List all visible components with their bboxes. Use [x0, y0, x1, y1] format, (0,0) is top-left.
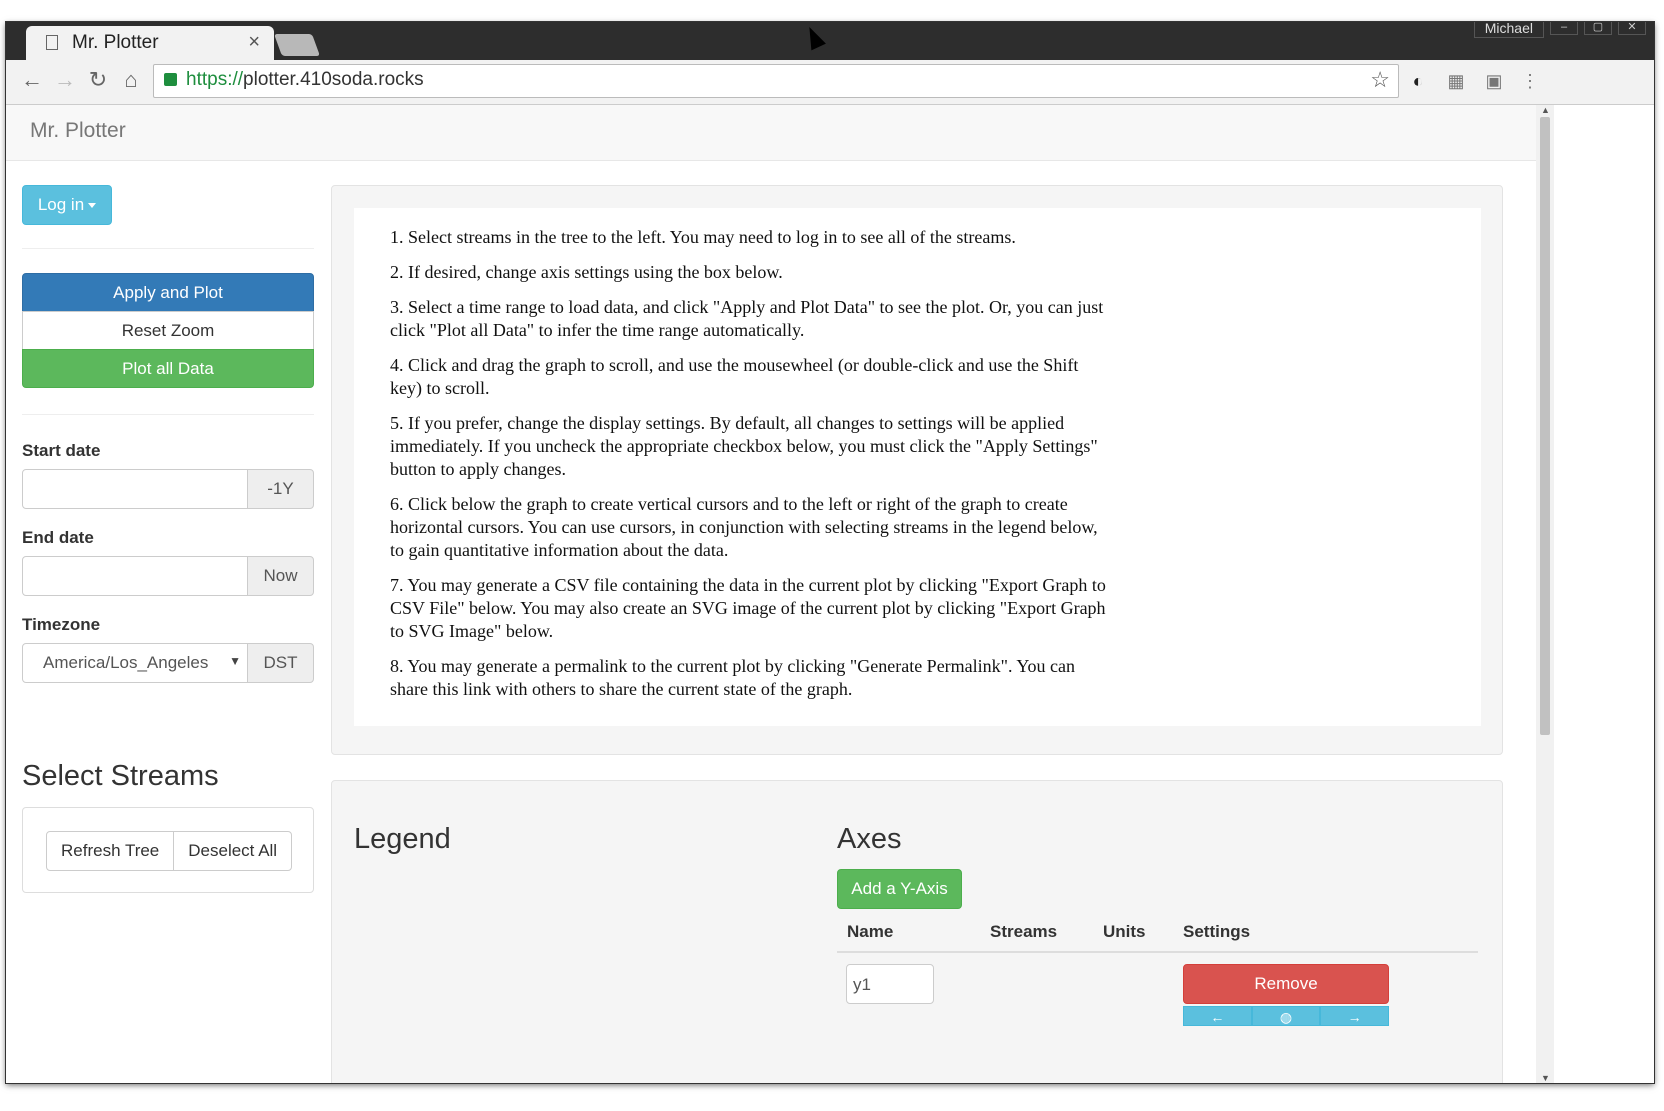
close-tab-icon[interactable]: ×	[248, 31, 260, 54]
reader-extension-icon[interactable]: ▣	[1482, 69, 1506, 93]
tab-strip: Mr. Plotter × Michael – ▢ ✕	[6, 22, 1654, 60]
new-tab-button[interactable]	[273, 34, 321, 56]
login-button[interactable]: Log in	[22, 185, 112, 225]
axes-heading: Axes	[837, 823, 902, 855]
col-settings-header: Settings	[1183, 922, 1251, 941]
scroll-up-icon[interactable]: ▲	[1541, 105, 1550, 115]
divider	[22, 248, 314, 249]
move-left-icon[interactable]: ←	[1183, 1006, 1252, 1026]
timezone-value: America/Los_Angeles	[43, 653, 209, 672]
plot-actions: Apply and Plot Reset Zoom Plot all Data	[22, 273, 314, 388]
start-date-addon-button[interactable]: -1Y	[247, 469, 314, 509]
minimize-icon[interactable]: –	[1550, 22, 1578, 35]
lock-icon	[164, 73, 177, 86]
select-streams-heading: Select Streams	[22, 760, 219, 792]
col-name-header: Name	[847, 922, 894, 941]
incognito-extension-icon[interactable]: ◐	[1406, 69, 1430, 93]
close-window-icon[interactable]: ✕	[1618, 22, 1646, 35]
user-profile-button[interactable]: Michael	[1473, 22, 1544, 38]
axis-control-buttons: ← ◍ →	[1183, 1006, 1390, 1026]
axis-name-input[interactable]: y1	[846, 964, 934, 1004]
table-header-divider	[837, 951, 1478, 953]
end-date-addon-button[interactable]: Now	[247, 556, 314, 596]
timezone-group: America/Los_Angeles ▼ DST	[22, 643, 314, 683]
address-bar[interactable]: https://plotter.410soda.rocks ☆	[153, 64, 1399, 98]
bookmark-star-icon[interactable]: ☆	[1370, 67, 1390, 93]
start-date-input[interactable]	[22, 469, 248, 509]
browser-tab[interactable]: Mr. Plotter ×	[26, 26, 274, 60]
add-y-axis-button[interactable]: Add a Y-Axis	[837, 869, 962, 909]
extension-icon[interactable]: ▦	[1444, 69, 1468, 93]
instruction-3: 3. Select a time range to load data, and…	[390, 297, 1104, 340]
reset-zoom-button[interactable]: Reset Zoom	[22, 311, 314, 350]
window-controls: Michael – ▢ ✕	[1473, 22, 1646, 38]
deselect-all-button[interactable]: Deselect All	[173, 831, 293, 871]
refresh-tree-button[interactable]: Refresh Tree	[46, 831, 175, 871]
instructions-panel: 1. Select streams in the tree to the lef…	[354, 208, 1481, 726]
url-text: https://plotter.410soda.rocks	[186, 69, 424, 90]
reload-icon[interactable]: ↻	[84, 66, 112, 94]
instruction-5: 5. If you prefer, change the display set…	[390, 413, 1098, 479]
dropdown-arrow-icon: ▼	[229, 654, 241, 668]
mouse-cursor-icon	[802, 23, 826, 51]
page-content: Mr. Plotter Log in Apply and Plot Reset …	[6, 105, 1536, 1083]
caret-down-icon	[88, 203, 97, 209]
browser-toolbar: ← → ↻ ⌂ https://plotter.410soda.rocks ☆ …	[6, 60, 1654, 105]
remove-axis-button[interactable]: Remove	[1183, 964, 1389, 1004]
timezone-select[interactable]: America/Los_Angeles ▼	[22, 643, 248, 683]
browser-window: Mr. Plotter × Michael – ▢ ✕ ← → ↻ ⌂ http…	[6, 22, 1654, 1083]
end-date-group: Now	[22, 556, 314, 596]
instruction-7: 7. You may generate a CSV file containin…	[390, 575, 1106, 641]
instruction-1: 1. Select streams in the tree to the lef…	[390, 227, 1016, 247]
divider	[22, 414, 314, 415]
apply-and-plot-button[interactable]: Apply and Plot	[22, 273, 314, 312]
page-icon	[46, 35, 58, 50]
plot-all-data-button[interactable]: Plot all Data	[22, 349, 314, 388]
dst-addon[interactable]: DST	[247, 643, 314, 683]
legend-heading: Legend	[354, 823, 451, 855]
settings-well: Legend Axes Add a Y-Axis Name Streams Un…	[331, 780, 1503, 1083]
instruction-4: 4. Click and drag the graph to scroll, a…	[390, 355, 1079, 398]
menu-icon[interactable]: ⋮	[1518, 69, 1542, 93]
move-right-icon[interactable]: →	[1320, 1006, 1390, 1026]
end-date-input[interactable]	[22, 556, 248, 596]
tab-title: Mr. Plotter	[72, 32, 159, 53]
start-date-group: -1Y	[22, 469, 314, 509]
back-icon[interactable]: ←	[18, 66, 46, 94]
autoscale-icon[interactable]: ◍	[1251, 1006, 1321, 1026]
end-date-label: End date	[22, 528, 94, 547]
home-icon[interactable]: ⌂	[117, 66, 145, 94]
instruction-8: 8. You may generate a permalink to the c…	[390, 656, 1076, 699]
instruction-6: 6. Click below the graph to create verti…	[390, 494, 1098, 560]
col-streams-header: Streams	[990, 922, 1058, 941]
instruction-2: 2. If desired, change axis settings usin…	[390, 262, 783, 282]
timezone-label: Timezone	[22, 615, 101, 634]
stream-tree-actions: Refresh Tree Deselect All	[46, 831, 293, 871]
start-date-label: Start date	[22, 441, 101, 460]
scroll-down-icon[interactable]: ▼	[1541, 1073, 1550, 1083]
app-brand[interactable]: Mr. Plotter	[30, 119, 126, 143]
scrollbar-thumb[interactable]	[1540, 117, 1550, 735]
plot-area-well: 1. Select streams in the tree to the lef…	[331, 185, 1503, 755]
app-navbar: Mr. Plotter	[6, 105, 1536, 161]
col-units-header: Units	[1103, 922, 1146, 941]
streams-panel: Refresh Tree Deselect All	[22, 807, 314, 893]
page-scrollbar[interactable]: ▲ ▼	[1536, 105, 1554, 1083]
maximize-icon[interactable]: ▢	[1584, 22, 1612, 35]
forward-icon[interactable]: →	[51, 66, 79, 94]
